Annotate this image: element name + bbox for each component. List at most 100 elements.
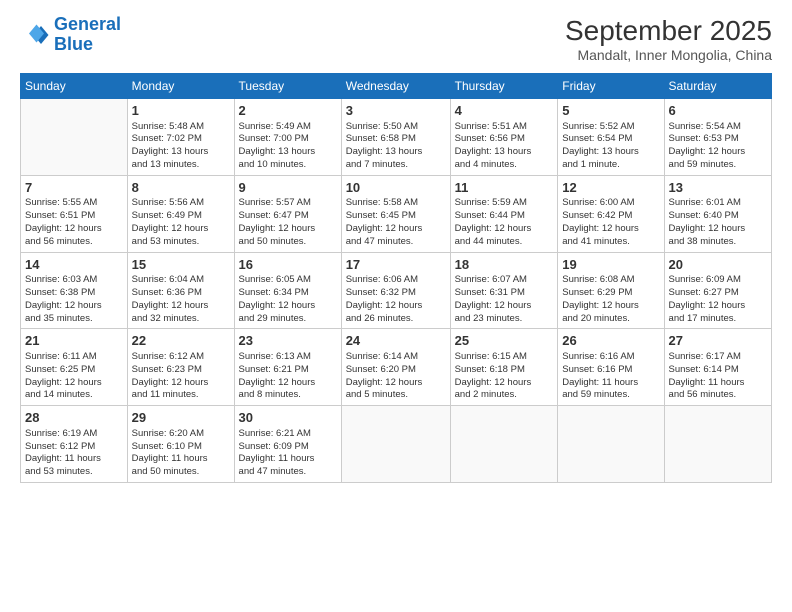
day-info: and 53 minutes. [132,236,230,249]
day-info: Sunset: 6:53 PM [669,133,767,146]
day-info: and 1 minute. [562,159,659,172]
day-info: Daylight: 12 hours [132,377,230,390]
day-info: and 38 minutes. [669,236,767,249]
logo-text: General Blue [54,15,121,55]
day-info: Daylight: 12 hours [455,300,554,313]
day-info: Sunset: 6:49 PM [132,210,230,223]
calendar-cell: 2Sunrise: 5:49 AMSunset: 7:00 PMDaylight… [234,99,341,176]
day-info: Sunset: 6:34 PM [239,287,337,300]
day-number: 4 [455,102,554,120]
day-info: and 11 minutes. [132,389,230,402]
day-info: Sunset: 6:20 PM [346,364,446,377]
day-number: 13 [669,179,767,197]
day-info: Sunset: 6:29 PM [562,287,659,300]
logo-line1: General [54,14,121,34]
day-number: 19 [562,256,659,274]
calendar-week-row: 7Sunrise: 5:55 AMSunset: 6:51 PMDaylight… [21,175,772,252]
weekday-header-thursday: Thursday [450,74,558,99]
calendar-cell: 24Sunrise: 6:14 AMSunset: 6:20 PMDayligh… [341,329,450,406]
calendar-cell [21,99,128,176]
day-info: Sunrise: 6:03 AM [25,274,123,287]
day-number: 5 [562,102,659,120]
day-info: Sunrise: 5:59 AM [455,197,554,210]
day-info: Sunrise: 5:50 AM [346,121,446,134]
day-info: and 8 minutes. [239,389,337,402]
day-info: Sunset: 6:51 PM [25,210,123,223]
day-info: Sunrise: 6:12 AM [132,351,230,364]
day-info: Daylight: 12 hours [455,377,554,390]
day-info: and 32 minutes. [132,313,230,326]
calendar-cell: 12Sunrise: 6:00 AMSunset: 6:42 PMDayligh… [558,175,664,252]
day-info: Sunset: 7:00 PM [239,133,337,146]
weekday-header-sunday: Sunday [21,74,128,99]
day-info: Daylight: 11 hours [669,377,767,390]
day-info: Daylight: 11 hours [132,453,230,466]
day-number: 8 [132,179,230,197]
calendar-cell: 9Sunrise: 5:57 AMSunset: 6:47 PMDaylight… [234,175,341,252]
calendar-cell: 4Sunrise: 5:51 AMSunset: 6:56 PMDaylight… [450,99,558,176]
day-info: Daylight: 13 hours [346,146,446,159]
day-info: Sunrise: 5:49 AM [239,121,337,134]
calendar-cell: 19Sunrise: 6:08 AMSunset: 6:29 PMDayligh… [558,252,664,329]
weekday-header-monday: Monday [127,74,234,99]
day-info: Sunset: 6:16 PM [562,364,659,377]
day-info: Daylight: 12 hours [669,223,767,236]
day-info: Sunrise: 6:16 AM [562,351,659,364]
day-number: 21 [25,332,123,350]
calendar-cell: 8Sunrise: 5:56 AMSunset: 6:49 PMDaylight… [127,175,234,252]
day-info: Daylight: 11 hours [25,453,123,466]
calendar-cell: 7Sunrise: 5:55 AMSunset: 6:51 PMDaylight… [21,175,128,252]
day-info: Daylight: 13 hours [132,146,230,159]
day-info: and 29 minutes. [239,313,337,326]
day-info: Daylight: 12 hours [562,300,659,313]
calendar-week-row: 28Sunrise: 6:19 AMSunset: 6:12 PMDayligh… [21,406,772,483]
day-info: Sunset: 6:23 PM [132,364,230,377]
day-info: Sunrise: 6:14 AM [346,351,446,364]
day-info: Sunrise: 6:11 AM [25,351,123,364]
day-number: 27 [669,332,767,350]
day-info: Daylight: 12 hours [669,300,767,313]
day-info: Sunset: 6:38 PM [25,287,123,300]
day-info: Sunset: 7:02 PM [132,133,230,146]
day-info: Daylight: 12 hours [132,300,230,313]
day-info: Daylight: 12 hours [346,223,446,236]
weekday-header-friday: Friday [558,74,664,99]
day-info: Sunset: 6:45 PM [346,210,446,223]
calendar-cell: 29Sunrise: 6:20 AMSunset: 6:10 PMDayligh… [127,406,234,483]
calendar-cell [341,406,450,483]
day-info: Sunset: 6:47 PM [239,210,337,223]
calendar-cell [450,406,558,483]
day-info: Daylight: 12 hours [25,377,123,390]
day-info: and 59 minutes. [562,389,659,402]
day-number: 15 [132,256,230,274]
day-info: Daylight: 13 hours [455,146,554,159]
day-info: Sunrise: 6:05 AM [239,274,337,287]
day-info: and 47 minutes. [239,466,337,479]
day-info: Daylight: 11 hours [562,377,659,390]
title-section: September 2025 Mandalt, Inner Mongolia, … [565,15,772,63]
calendar-week-row: 21Sunrise: 6:11 AMSunset: 6:25 PMDayligh… [21,329,772,406]
calendar-cell: 23Sunrise: 6:13 AMSunset: 6:21 PMDayligh… [234,329,341,406]
day-info: Sunset: 6:56 PM [455,133,554,146]
day-number: 11 [455,179,554,197]
calendar-cell: 25Sunrise: 6:15 AMSunset: 6:18 PMDayligh… [450,329,558,406]
day-info: Daylight: 12 hours [239,377,337,390]
day-info: Sunrise: 6:09 AM [669,274,767,287]
day-number: 7 [25,179,123,197]
day-info: Sunset: 6:21 PM [239,364,337,377]
day-info: Daylight: 13 hours [239,146,337,159]
logo-line2: Blue [54,34,93,54]
day-info: Sunrise: 6:19 AM [25,428,123,441]
day-info: Daylight: 12 hours [562,223,659,236]
day-info: Sunrise: 6:21 AM [239,428,337,441]
day-info: Sunrise: 5:57 AM [239,197,337,210]
day-info: Sunset: 6:09 PM [239,441,337,454]
calendar-cell [664,406,771,483]
calendar-cell: 21Sunrise: 6:11 AMSunset: 6:25 PMDayligh… [21,329,128,406]
day-info: Sunrise: 6:01 AM [669,197,767,210]
day-number: 29 [132,409,230,427]
day-number: 23 [239,332,337,350]
day-number: 20 [669,256,767,274]
calendar-cell: 5Sunrise: 5:52 AMSunset: 6:54 PMDaylight… [558,99,664,176]
day-info: and 13 minutes. [132,159,230,172]
